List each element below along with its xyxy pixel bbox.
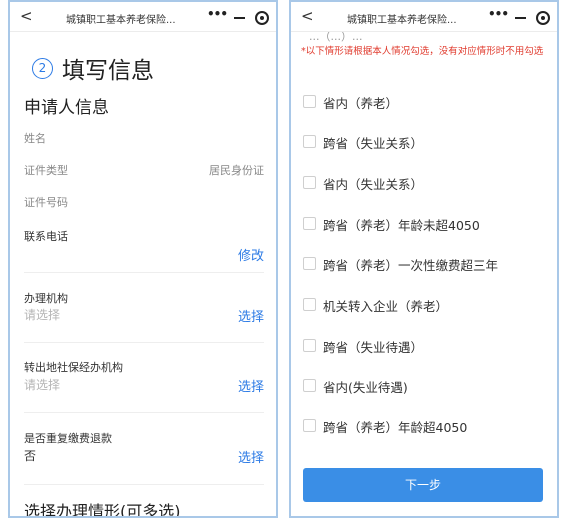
checkbox-icon[interactable] <box>303 379 316 392</box>
option-label: 省内（失业关系） <box>323 177 424 192</box>
name-label: 姓名 <box>24 132 46 145</box>
phone-label: 联系电话 <box>24 230 68 243</box>
checkbox-icon[interactable] <box>303 176 316 189</box>
title-bar: < 城镇职工基本养老保险... ••• <box>10 2 276 32</box>
id-type-label: 证件类型 <box>24 164 68 177</box>
option-label: 机关转入企业（养老） <box>323 299 449 314</box>
id-number-label: 证件号码 <box>24 196 68 209</box>
option-label: 跨省（养老）年龄超4050 <box>323 420 468 435</box>
back-icon[interactable]: < <box>20 7 33 25</box>
more-icon[interactable]: ••• <box>488 7 509 21</box>
transfer-agency-label: 转出地社保经办机构 <box>24 361 123 374</box>
checkbox-icon[interactable] <box>303 339 316 352</box>
back-icon[interactable]: < <box>301 7 314 25</box>
minimize-icon[interactable] <box>234 17 245 19</box>
next-step-button[interactable]: 下一步 <box>303 468 543 502</box>
checkbox-icon[interactable] <box>303 217 316 230</box>
title-bar: < 城镇职工基本养老保险... ••• <box>291 2 557 32</box>
refund-label: 是否重复缴费退款 <box>24 432 112 445</box>
id-type-value: 居民身份证 <box>209 164 264 177</box>
divider <box>24 412 264 413</box>
step-number-badge: 2 <box>32 58 53 79</box>
option-label: 跨省（养老）年龄未超4050 <box>323 218 480 233</box>
transfer-agency-select-button[interactable]: 选择 <box>238 376 264 395</box>
right-screen: ...（...）... < 城镇职工基本养老保险... ••• *以下情形请根据… <box>289 0 559 518</box>
checkbox-icon[interactable] <box>303 135 316 148</box>
close-icon[interactable] <box>536 11 550 25</box>
minimize-icon[interactable] <box>515 17 526 19</box>
left-screen: < 城镇职工基本养老保险... ••• 2 填写信息 申请人信息 姓名 证件类型… <box>8 0 278 518</box>
more-icon[interactable]: ••• <box>207 7 228 21</box>
checkbox-icon[interactable] <box>303 419 316 432</box>
option-label: 省内(失业待遇) <box>323 380 408 395</box>
refund-value: 否 <box>24 449 37 463</box>
notice-text: *以下情形请根据本人情况勾选，没有对应情形时不用勾选 <box>301 46 544 57</box>
refund-select-button[interactable]: 选择 <box>238 447 264 466</box>
page-title: 填写信息 <box>62 58 154 84</box>
situation-section-title: 选择办理情形(可多选) <box>24 502 181 518</box>
checkbox-icon[interactable] <box>303 298 316 311</box>
checkbox-icon[interactable] <box>303 257 316 270</box>
section-title: 申请人信息 <box>24 98 109 118</box>
agency-label: 办理机构 <box>24 292 68 305</box>
option-label: 跨省（养老）一次性缴费超三年 <box>323 258 499 273</box>
transfer-agency-select[interactable]: 请选择 <box>24 376 60 393</box>
agency-select-button[interactable]: 选择 <box>238 306 264 325</box>
window-title: 城镇职工基本养老保险... <box>347 15 457 26</box>
phone-modify-button[interactable]: 修改 <box>238 245 264 264</box>
option-label: 跨省（失业关系） <box>323 136 424 151</box>
close-icon[interactable] <box>255 11 269 25</box>
checkbox-icon[interactable] <box>303 95 316 108</box>
divider <box>24 272 264 273</box>
option-label: 跨省（失业待遇） <box>323 340 424 355</box>
agency-select[interactable]: 请选择 <box>24 306 60 323</box>
option-label: 省内（养老） <box>323 96 399 111</box>
window-title: 城镇职工基本养老保险... <box>66 15 176 26</box>
divider <box>24 342 264 343</box>
divider <box>24 484 264 485</box>
